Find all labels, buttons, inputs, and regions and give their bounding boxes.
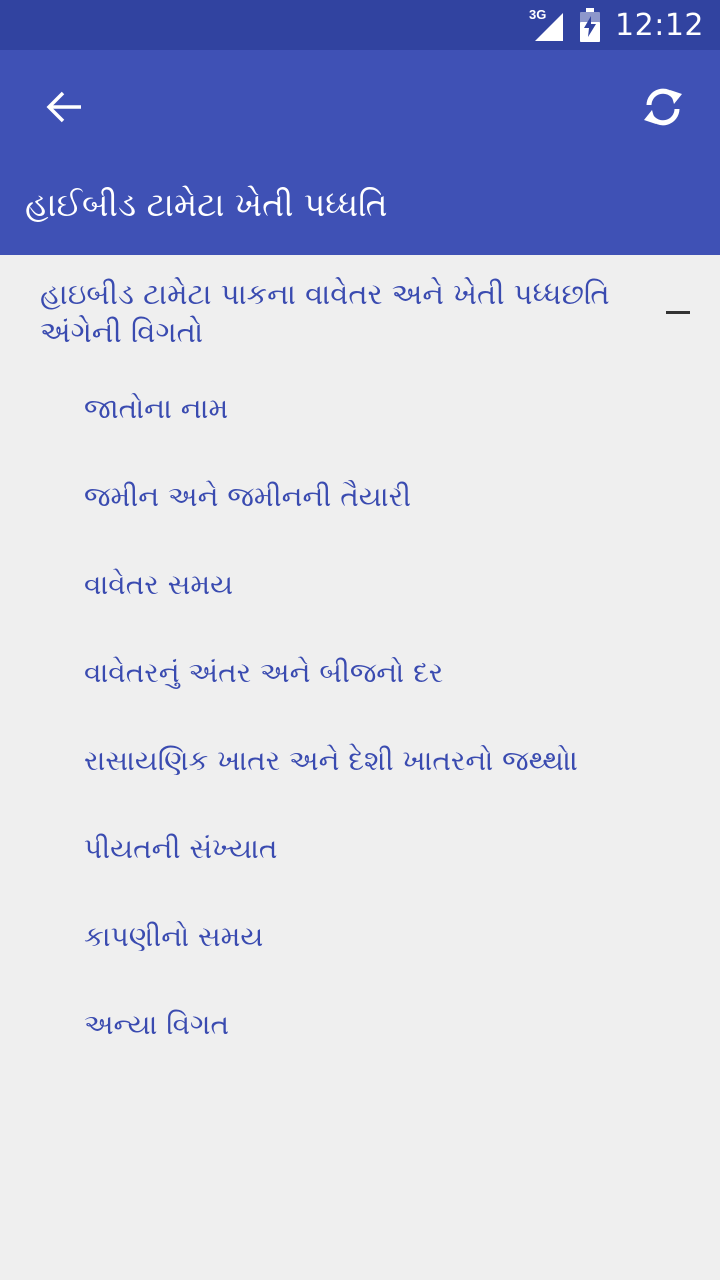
back-button[interactable] <box>30 72 100 142</box>
list-item-other-details[interactable]: અન્યા વિગત <box>0 981 720 1069</box>
list-item-sowing-time[interactable]: વાવેતર સમય <box>0 541 720 629</box>
signal-icon: 3G <box>529 7 565 43</box>
list-item-soil-preparation[interactable]: જમીન અને જમીનની તૈયારી <box>0 453 720 541</box>
arrow-left-icon <box>46 91 81 123</box>
list-item-fertilizer[interactable]: રાસાયણિક ખાતર અને દેશી ખાતરનો જથ્થો। <box>0 717 720 805</box>
page-title: હાઈબીડ ટામેટા ખેતી પધ્ધતિ <box>25 185 388 224</box>
group-header[interactable]: હાઇબીડ ટામેટા પાકના વાવેતર અને ખેતી પધ્ધ… <box>0 255 720 365</box>
child-list: જાતોના નામ જમીન અને જમીનની તૈયારી વાવેતર… <box>0 365 720 1069</box>
status-bar: 3G 12:12 <box>0 0 720 50</box>
list-item-spacing-seed-rate[interactable]: વાવેતરનું અંતર અને બીજનો દર <box>0 629 720 717</box>
refresh-button[interactable] <box>628 72 698 142</box>
list-item-irrigation[interactable]: પીયતની સંખ્યાત <box>0 805 720 893</box>
expandable-list: હાઇબીડ ટામેટા પાકના વાવેતર અને ખેતી પધ્ધ… <box>0 255 720 1069</box>
list-item-varieties[interactable]: જાતોના નામ <box>0 365 720 453</box>
app-bar: હાઈબીડ ટામેટા ખેતી પધ્ધતિ <box>0 50 720 255</box>
group-title: હાઇબીડ ટામેટા પાકના વાવેતર અને ખેતી પધ્ધ… <box>40 277 610 349</box>
refresh-icon <box>644 88 682 126</box>
status-icons: 3G 12:12 <box>529 0 704 50</box>
list-item-harvest-time[interactable]: કાપણીનો સમય <box>0 893 720 981</box>
battery-charging-icon <box>579 8 601 42</box>
status-clock: 12:12 <box>615 7 704 43</box>
minus-icon <box>666 311 690 314</box>
